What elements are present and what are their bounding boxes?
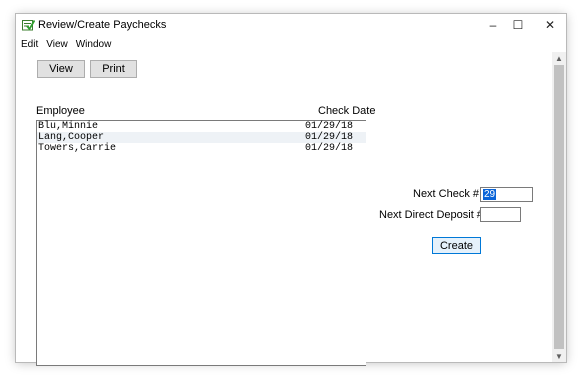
create-button[interactable]: Create [432, 237, 481, 254]
scroll-thumb[interactable] [554, 65, 564, 349]
maximize-icon: ☐ [512, 18, 524, 32]
check-date-column-header: Check Date [318, 105, 376, 117]
paychecks-window: Review/Create Paychecks – ☐ ✕ Edit View … [16, 14, 566, 366]
employee-list[interactable]: Blu,Minnie 01/29/18 Lang,Cooper 01/29/18… [36, 120, 366, 366]
check-date: 01/29/18 [305, 132, 354, 143]
next-direct-deposit-input[interactable] [480, 207, 521, 222]
check-date: 01/29/18 [305, 143, 354, 154]
next-check-value: 29 [483, 189, 497, 200]
window-title: Review/Create Paychecks [38, 19, 167, 31]
employee-column-header: Employee [36, 105, 85, 117]
content-area: View Print Employee Check Date Blu,Minni… [16, 52, 552, 366]
employee-name: Blu,Minnie [38, 121, 99, 132]
app-icon [22, 20, 35, 31]
scroll-down-arrow-icon[interactable]: ▼ [552, 350, 566, 362]
vertical-scrollbar[interactable]: ▲ ▼ [552, 52, 566, 362]
menu-bar: Edit View Window [16, 36, 566, 52]
list-item[interactable]: Lang,Cooper 01/29/18 [37, 132, 366, 143]
print-button[interactable]: Print [90, 60, 137, 78]
view-button[interactable]: View [37, 60, 85, 78]
check-date: 01/29/18 [305, 121, 354, 132]
maximize-button[interactable]: ☐ [500, 14, 536, 36]
next-direct-deposit-label: Next Direct Deposit # [379, 209, 483, 221]
menu-edit[interactable]: Edit [16, 39, 42, 50]
title-bar[interactable]: Review/Create Paychecks – ☐ ✕ [16, 14, 566, 36]
scroll-up-arrow-icon[interactable]: ▲ [552, 52, 566, 64]
list-item[interactable]: Blu,Minnie 01/29/18 [37, 121, 366, 132]
next-check-input[interactable]: 29 [480, 187, 533, 202]
menu-window[interactable]: Window [72, 39, 116, 50]
next-check-label: Next Check # [413, 188, 480, 200]
close-button[interactable]: ✕ [532, 14, 568, 36]
employee-name: Lang,Cooper [38, 132, 105, 143]
menu-view[interactable]: View [42, 39, 72, 50]
list-item[interactable]: Towers,Carrie 01/29/18 [37, 143, 366, 154]
close-icon: ✕ [544, 18, 556, 32]
minimize-icon: – [489, 18, 497, 32]
employee-name: Towers,Carrie [38, 143, 117, 154]
